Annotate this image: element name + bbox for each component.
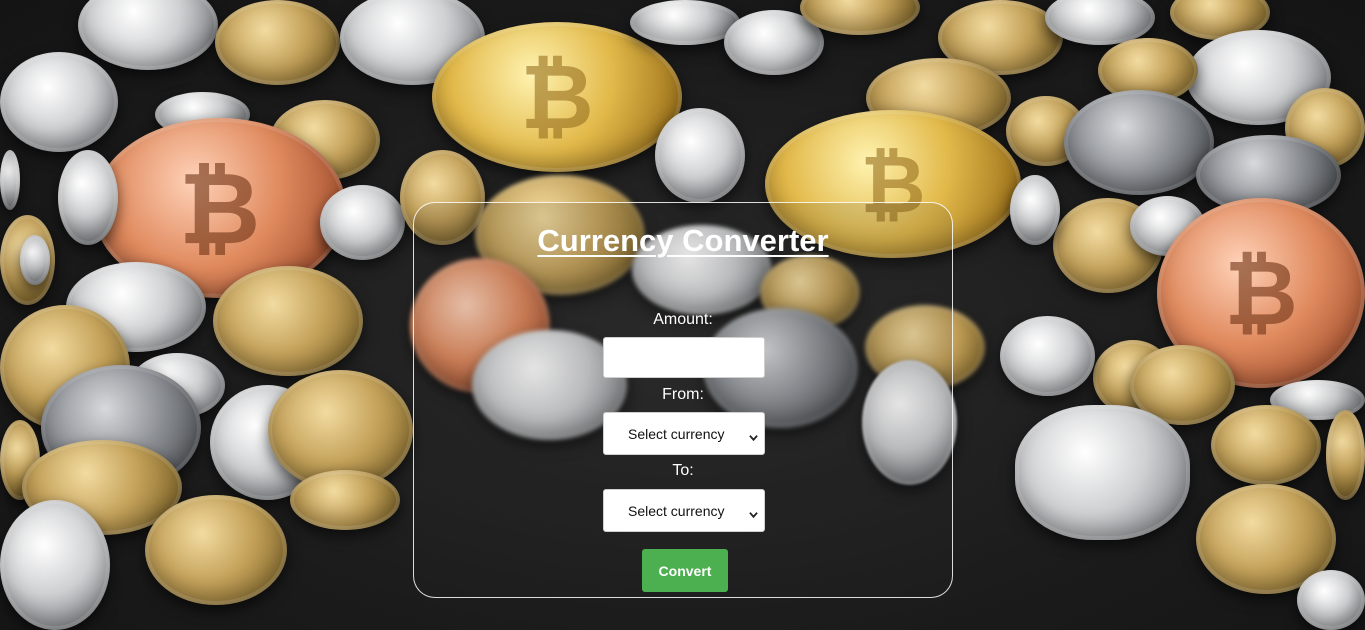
coin-image [1064,90,1214,195]
to-label: To: [672,462,694,479]
coin-image [145,495,287,605]
from-currency-select[interactable]: Select currency [603,412,765,455]
to-currency-select[interactable]: Select currency [603,489,765,532]
coin-image [655,108,745,203]
coin-image [1000,316,1095,396]
coin-image [1015,405,1190,540]
amount-label: Amount: [653,311,713,328]
coin-image [78,0,218,70]
coin-image [0,500,110,630]
from-label: From: [662,386,704,403]
coin-image [1211,405,1321,485]
coin-image [1010,175,1060,245]
page-title: Currency Converter [537,223,829,258]
coin-image [0,150,20,210]
converter-panel: Currency Converter Amount: From: Select … [413,202,953,598]
convert-button[interactable]: Convert [642,549,728,592]
coin-image [20,235,50,285]
coin-image [320,185,405,260]
coin-image [58,150,118,245]
amount-input[interactable] [603,337,765,378]
coin-image [213,266,363,376]
coin-image [1326,410,1365,500]
chevron-down-icon [749,429,758,442]
chevron-down-icon [749,506,758,519]
coin-image [290,470,400,530]
to-currency-selected: Select currency [628,502,725,519]
coin-image: ₿ [432,22,682,172]
coin-image [1297,570,1365,630]
coin-image [215,0,340,85]
from-currency-selected: Select currency [628,425,725,442]
